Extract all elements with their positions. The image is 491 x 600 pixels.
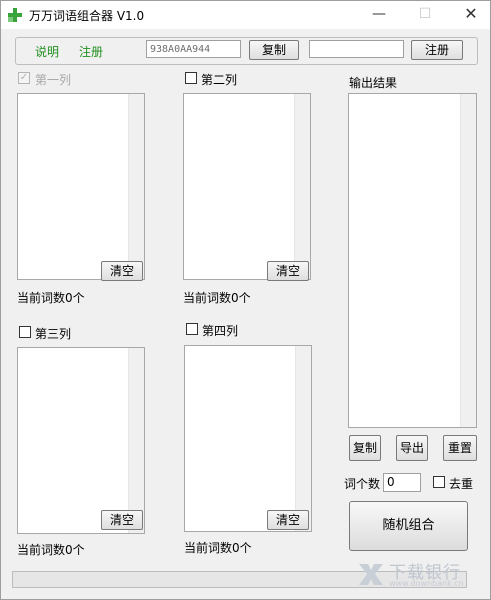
column1-word-count: 当前词数0个 xyxy=(17,291,85,305)
column2-label: 第二列 xyxy=(201,73,238,87)
minimize-button[interactable]: — xyxy=(356,1,402,29)
output-copy-button[interactable]: 复制 xyxy=(349,435,381,461)
column1-label: 第一列 xyxy=(35,73,72,87)
maximize-button[interactable]: ☐ xyxy=(402,1,448,29)
dedupe-label: 去重 xyxy=(449,477,474,491)
column1-scrollbar[interactable] xyxy=(128,94,144,279)
column3-listbox[interactable] xyxy=(17,347,145,534)
dedupe-checkbox[interactable] xyxy=(433,476,445,488)
registration-code-input[interactable] xyxy=(309,40,404,58)
random-combine-button[interactable]: 随机组合 xyxy=(349,501,468,551)
column2-checkbox[interactable] xyxy=(185,72,197,84)
column3-clear-button[interactable]: 清空 xyxy=(101,510,143,530)
machine-code-field[interactable]: 938A0AA944 xyxy=(146,40,241,58)
watermark-logo-icon xyxy=(359,564,383,585)
column4-listbox[interactable] xyxy=(184,345,312,532)
window-title: 万万词语组合器 V1.0 xyxy=(29,9,145,23)
column4-word-count: 当前词数0个 xyxy=(184,541,252,555)
output-scrollbar[interactable] xyxy=(460,94,476,427)
watermark-subtext: www.downbank.cn xyxy=(389,579,464,588)
column4-label: 第四列 xyxy=(202,324,239,338)
word-count-label: 词个数 xyxy=(344,477,381,491)
app-plus-icon xyxy=(8,8,22,22)
column4-scrollbar[interactable] xyxy=(295,346,311,531)
copy-code-button[interactable]: 复制 xyxy=(249,40,299,60)
column2-clear-button[interactable]: 清空 xyxy=(267,261,309,281)
column4-clear-button[interactable]: 清空 xyxy=(267,510,309,530)
output-label: 输出结果 xyxy=(349,76,398,90)
close-button[interactable]: ✕ xyxy=(448,1,491,29)
column3-scrollbar[interactable] xyxy=(128,348,144,533)
column4-checkbox[interactable] xyxy=(186,323,198,335)
column1-checkbox[interactable]: ✓ xyxy=(18,72,30,84)
export-button[interactable]: 导出 xyxy=(396,435,428,461)
column1-listbox[interactable] xyxy=(17,93,145,280)
title-bar[interactable]: 万万词语组合器 V1.0 — ☐ ✕ xyxy=(1,1,490,29)
watermark: 下载银行 www.downbank.cn xyxy=(355,556,487,592)
reset-button[interactable]: 重置 xyxy=(443,435,477,461)
column2-listbox[interactable] xyxy=(183,93,311,280)
column3-checkbox[interactable] xyxy=(19,326,31,338)
output-textbox[interactable] xyxy=(348,93,477,428)
column2-scrollbar[interactable] xyxy=(294,94,310,279)
word-count-input[interactable]: 0 xyxy=(383,473,421,492)
column3-label: 第三列 xyxy=(35,327,72,341)
column1-clear-button[interactable]: 清空 xyxy=(101,261,143,281)
registration-toolbar: 说明 注册 938A0AA944 复制 注册 xyxy=(15,37,478,65)
column2-word-count: 当前词数0个 xyxy=(183,291,251,305)
register-link[interactable]: 注册 xyxy=(79,43,103,60)
app-window: 万万词语组合器 V1.0 — ☐ ✕ 说明 注册 938A0AA944 复制 注… xyxy=(0,0,491,600)
column3-word-count: 当前词数0个 xyxy=(17,543,85,557)
register-button[interactable]: 注册 xyxy=(411,40,463,60)
help-link[interactable]: 说明 xyxy=(35,43,59,60)
